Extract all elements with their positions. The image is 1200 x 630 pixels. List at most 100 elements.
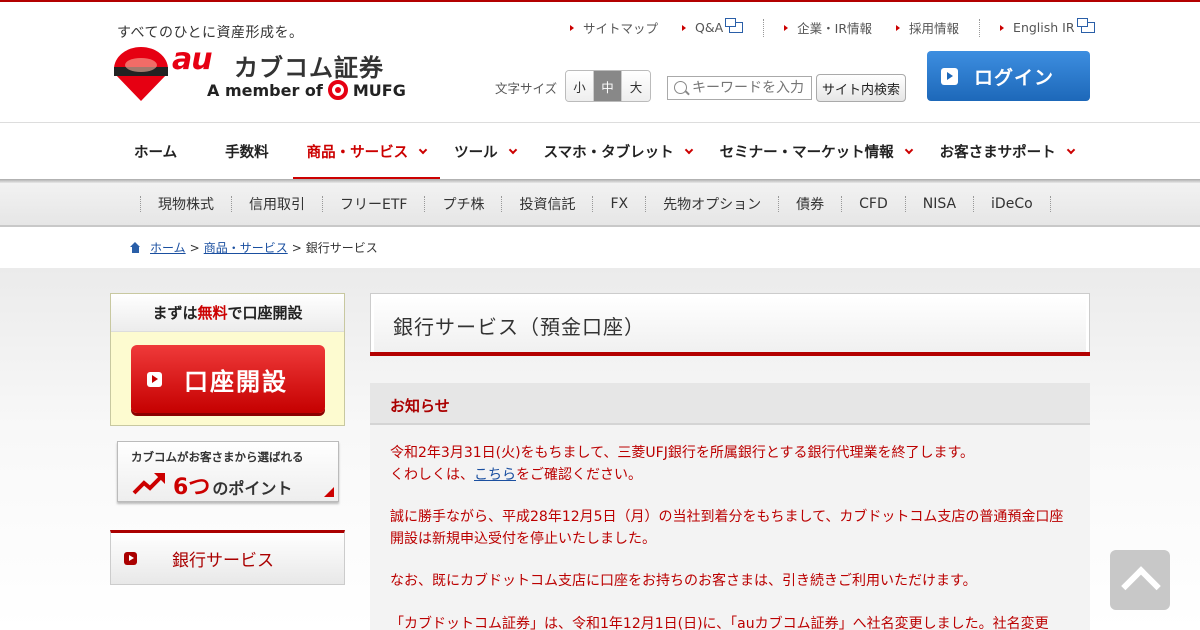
sub-nav: 現物株式 信用取引 フリーETF プチ株 投資信託 FX 先物オプション 債券 CFD NISA i… xyxy=(0,183,1200,227)
util-link-sitemap[interactable]: サイトマップ xyxy=(570,18,658,37)
points-banner-line1: カブコムがお客さまから選ばれる xyxy=(131,450,304,464)
subnav-item[interactable]: iDeCo xyxy=(973,196,1050,212)
global-nav: ホーム 手数料 商品・サービス ツール スマホ・タブレット セミナー・マーケット情報 お客さ… xyxy=(0,122,1200,181)
triangle-right-icon xyxy=(784,24,789,31)
notice-p1-pre: くわしくは、 xyxy=(390,466,474,483)
font-size-large-button[interactable]: 大 xyxy=(622,71,650,101)
account-open-box: まずは 無料 で口座開設 口座開設 xyxy=(110,293,345,426)
page-title: 銀行サービス（預金口座） xyxy=(393,315,645,339)
subnav-item[interactable]: 信用取引 xyxy=(231,196,322,213)
login-button[interactable]: ログイン xyxy=(927,51,1090,101)
au-logo-icon[interactable] xyxy=(112,47,170,103)
font-size-toggle: 小 中 大 xyxy=(565,70,651,102)
font-size-small-button[interactable]: 小 xyxy=(566,71,594,101)
notice-details-link[interactable]: こちら xyxy=(474,467,516,483)
account-open-title-pre: まずは xyxy=(152,304,198,322)
breadcrumb-separator: > xyxy=(291,240,302,255)
subnav-item[interactable]: FX xyxy=(592,196,645,212)
subnav-item[interactable]: 債券 xyxy=(778,196,841,213)
site-tagline: すべてのひとに資産形成を。 xyxy=(117,25,304,41)
font-size-label: 文字サイズ xyxy=(495,81,558,96)
page-title-underline xyxy=(370,352,1090,356)
util-link-label: 企業・IR情報 xyxy=(797,21,873,36)
open-account-button[interactable]: 口座開設 xyxy=(131,345,325,413)
notice-paragraph-3: なお、既にカブドットコム支店に口座をお持ちのお客さまは、引き続きご利用いただけま… xyxy=(390,573,977,589)
six-points-banner[interactable]: カブコムがお客さまから選ばれる 6つ のポイント xyxy=(117,441,339,502)
home-icon xyxy=(130,242,141,253)
chevron-down-icon xyxy=(904,145,913,154)
account-open-title-post: で口座開設 xyxy=(227,304,303,322)
gnav-item[interactable]: スマホ・タブレット xyxy=(530,123,706,180)
util-link-label: 採用情報 xyxy=(909,21,960,36)
login-label: ログイン xyxy=(974,66,1055,89)
chevron-down-icon xyxy=(418,145,428,154)
external-window-icon xyxy=(725,18,744,33)
gnav-item[interactable]: お客さまサポート xyxy=(926,123,1088,180)
breadcrumb-home-link[interactable]: ホーム xyxy=(150,239,186,256)
divider xyxy=(763,18,765,37)
play-icon xyxy=(941,67,958,85)
site-search-input[interactable] xyxy=(667,76,812,100)
triangle-right-icon xyxy=(570,24,574,31)
open-account-label: 口座開設 xyxy=(184,367,288,396)
subnav-item[interactable]: 現物株式 xyxy=(140,196,231,213)
util-link-ir[interactable]: 企業・IR情報 xyxy=(784,18,872,37)
page-title-box: 銀行サービス（預金口座） xyxy=(370,293,1090,356)
points-banner-line2: 6つ のポイント xyxy=(173,469,292,501)
gnav-item[interactable]: ホーム xyxy=(110,123,201,180)
chevron-down-icon xyxy=(1066,145,1075,154)
play-icon xyxy=(124,552,137,565)
breadcrumb-section-link[interactable]: 商品・サービス xyxy=(204,239,288,256)
chevron-down-icon xyxy=(684,145,693,154)
subnav-item[interactable]: 先物オプション xyxy=(645,196,778,213)
play-icon xyxy=(147,371,162,387)
subnav-item[interactable]: フリーETF xyxy=(322,196,424,213)
points-number: 6つ xyxy=(173,475,211,500)
logo-au-text[interactable]: au xyxy=(172,42,213,77)
subnav-item[interactable]: CFD xyxy=(841,196,905,212)
search-icon xyxy=(674,81,687,94)
breadcrumb-current: 銀行サービス xyxy=(305,241,378,255)
site-header: すべてのひとに資産形成を。 au カブコム証券 A member of MUFG… xyxy=(0,2,1200,122)
gnav-item[interactable]: 手数料 xyxy=(201,123,293,180)
gnav-item-label: セミナー・マーケット情報 xyxy=(719,145,894,161)
util-link-recruit[interactable]: 採用情報 xyxy=(896,18,959,37)
corner-arrow-icon xyxy=(324,487,334,497)
util-link-label: Q&A xyxy=(695,20,724,35)
notice-title: お知らせ xyxy=(390,397,450,415)
triangle-right-icon xyxy=(1000,24,1005,31)
subnav-item[interactable]: 投資信託 xyxy=(501,196,592,213)
logo-member-line: A member of MUFG xyxy=(207,80,406,100)
gnav-item-label: スマホ・タブレット xyxy=(543,145,674,161)
page-top-button[interactable] xyxy=(1110,550,1170,610)
notice-paragraph-4: 「カブドットコム証券」は、令和1年12月1日(日)に、「auカブコム証券」へ社名… xyxy=(390,616,1049,630)
subnav-item[interactable]: プチ株 xyxy=(424,196,501,213)
gnav-item[interactable]: ツール xyxy=(440,123,530,180)
gnav-item-label: 手数料 xyxy=(225,145,269,161)
notice-paragraph-2: 誠に勝手ながら、平成28年12月5日（月）の当社到着分をもちまして、カブドットコ… xyxy=(390,509,1064,547)
subnav-item[interactable]: NISA xyxy=(904,196,973,212)
site-search-button[interactable]: サイト内検索 xyxy=(816,74,906,102)
gnav-item-label: 商品・サービス xyxy=(306,145,409,161)
sidebar-item-bank-service[interactable]: 銀行サービス xyxy=(110,530,345,585)
gnav-item-label: お客さまサポート xyxy=(939,145,1056,161)
util-link-qa[interactable]: Q&A xyxy=(682,18,744,35)
logo-member-text: A member of xyxy=(207,80,323,100)
account-open-title: まずは 無料 で口座開設 xyxy=(111,294,344,332)
util-link-label: English IR xyxy=(1013,20,1075,35)
utility-nav: サイトマップ Q&A 企業・IR情報 採用情報 English IR xyxy=(570,18,1119,37)
util-link-english-ir[interactable]: English IR xyxy=(1000,18,1095,35)
sidebar-item-label: 銀行サービス xyxy=(172,551,274,571)
triangle-right-icon xyxy=(682,24,687,31)
gnav-item[interactable]: 商品・サービス xyxy=(292,123,441,181)
logo-company-name[interactable]: カブコム証券 xyxy=(234,48,384,83)
notice-body: 令和2年3月31日(火)をもちまして、三菱UFJ銀行を所属銀行とする銀行代理業を… xyxy=(370,425,1090,630)
mufg-logo-icon xyxy=(327,80,348,100)
gnav-item[interactable]: セミナー・マーケット情報 xyxy=(706,123,926,180)
breadcrumb-separator: > xyxy=(189,240,200,255)
gnav-item-label: ホーム xyxy=(134,145,178,161)
util-link-label: サイトマップ xyxy=(583,21,659,36)
notice-paragraph-1: 令和2年3月31日(火)をもちまして、三菱UFJ銀行を所属銀行とする銀行代理業を… xyxy=(390,443,1070,486)
notice-p1-post: をご確認ください。 xyxy=(516,466,642,483)
font-size-medium-button[interactable]: 中 xyxy=(594,71,622,101)
